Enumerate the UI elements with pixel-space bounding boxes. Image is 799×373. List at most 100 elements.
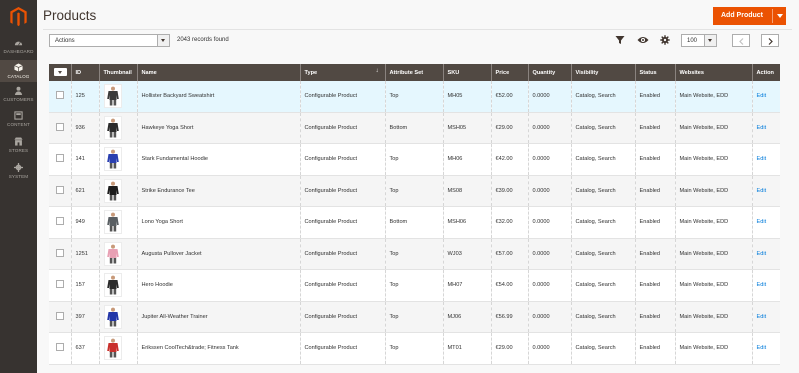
cell-thumbnail[interactable] xyxy=(98,143,137,176)
nav-system[interactable]: SYSTEM xyxy=(0,163,37,181)
column-header-websites[interactable]: Websites xyxy=(674,64,752,81)
cell-attribute-set: Top xyxy=(384,332,443,365)
nav-content[interactable]: CONTENT xyxy=(0,111,37,129)
cell-action[interactable]: Edit xyxy=(751,269,780,302)
product-thumbnail[interactable] xyxy=(103,210,122,235)
nav-system-label: SYSTEM xyxy=(8,174,29,179)
cell-name: Hero Hoodie xyxy=(136,269,300,302)
cell-thumbnail[interactable] xyxy=(98,206,137,239)
cell-type: Configurable Product xyxy=(299,332,385,365)
cell-action[interactable]: Edit xyxy=(751,175,780,207)
column-header-price[interactable]: Price xyxy=(490,64,528,81)
cell-thumbnail[interactable] xyxy=(98,269,137,302)
product-thumbnail[interactable] xyxy=(103,336,122,361)
table-row[interactable]: 949 Lono Yoga Short Configurable Product Bo… xyxy=(49,206,780,239)
cell-type: Configurable Product xyxy=(299,301,385,333)
chevron-down-icon[interactable] xyxy=(704,35,716,46)
product-thumbnail[interactable] xyxy=(103,178,122,203)
cell-sku: MS08 xyxy=(442,175,491,207)
cell-select xyxy=(49,175,71,207)
product-thumbnail[interactable] xyxy=(103,147,122,172)
cell-price: €54.00 xyxy=(490,269,528,302)
table-row[interactable]: 621 Strike Endurance Tee Configurable Prod… xyxy=(49,175,780,207)
cell-status: Enabled xyxy=(634,238,675,270)
cell-sku: MJ06 xyxy=(442,301,491,333)
next-page-button[interactable] xyxy=(761,34,779,47)
cell-visibility: Catalog, Search xyxy=(570,175,635,207)
product-thumbnail[interactable] xyxy=(103,304,122,329)
cell-id: 637 xyxy=(70,332,99,365)
table-row[interactable]: 141 Stark Fundamental Hoodie Configurable … xyxy=(49,143,780,176)
cell-action[interactable]: Edit xyxy=(751,112,780,144)
cell-name: Hollister Backyard Sweatshirt xyxy=(136,81,300,113)
row-checkbox[interactable] xyxy=(56,91,64,100)
nav-customers[interactable]: CUSTOMERS xyxy=(0,86,37,104)
product-thumbnail[interactable] xyxy=(103,115,122,140)
cell-action[interactable]: Edit xyxy=(751,143,780,176)
row-checkbox[interactable] xyxy=(56,280,64,289)
row-checkbox[interactable] xyxy=(56,154,64,163)
cell-action[interactable]: Edit xyxy=(751,81,780,113)
mass-actions-select[interactable]: Actions xyxy=(49,34,170,47)
filter-icon[interactable] xyxy=(615,35,625,45)
column-header-sku[interactable]: SKU xyxy=(442,64,491,81)
cell-thumbnail[interactable] xyxy=(98,301,137,333)
row-checkbox[interactable] xyxy=(56,122,64,131)
table-row[interactable]: 157 Hero Hoodie Configurable Product Top MH0… xyxy=(49,269,780,302)
column-header-attribute-set[interactable]: Attribute Set xyxy=(384,64,443,81)
per-page-select[interactable]: 100 xyxy=(681,34,717,47)
add-product-button[interactable]: Add Product xyxy=(713,7,786,25)
nav-content-label: CONTENT xyxy=(7,122,30,127)
cell-status: Enabled xyxy=(634,81,675,113)
row-checkbox[interactable] xyxy=(56,248,64,257)
row-checkbox[interactable] xyxy=(56,311,64,320)
table-row[interactable]: 637 Erikssen CoolTech&trade; Fitness Tank… xyxy=(49,332,780,365)
cell-sku: MSH05 xyxy=(442,112,491,144)
column-header-status[interactable]: Status xyxy=(634,64,675,81)
row-checkbox[interactable] xyxy=(56,343,64,352)
product-thumbnail[interactable] xyxy=(103,273,122,298)
cell-price: €52.00 xyxy=(490,81,528,113)
cell-id: 621 xyxy=(70,175,99,207)
cell-action[interactable]: Edit xyxy=(751,238,780,270)
cell-websites: Main Website, EDD xyxy=(674,238,752,270)
cell-thumbnail[interactable] xyxy=(98,175,137,207)
column-header-visibility[interactable]: Visibility xyxy=(570,64,635,81)
row-checkbox[interactable] xyxy=(56,185,64,194)
cell-thumbnail[interactable] xyxy=(98,112,137,144)
row-checkbox[interactable] xyxy=(56,217,64,226)
nav-dashboard[interactable]: DASHBOARD xyxy=(0,38,37,56)
table-row[interactable]: 397 Jupiter All-Weather Trainer Configurab… xyxy=(49,301,780,333)
grid-body: 125 Hollister Backyard Sweatshirt Configur… xyxy=(49,81,780,365)
cell-action[interactable]: Edit xyxy=(751,206,780,239)
cell-price: €29.00 xyxy=(490,332,528,365)
product-thumbnail[interactable] xyxy=(103,84,122,109)
mass-select-dropdown[interactable] xyxy=(54,68,67,76)
table-row[interactable]: 936 Hawkeye Yoga Short Configurable Produc… xyxy=(49,112,780,144)
cell-action[interactable]: Edit xyxy=(751,301,780,333)
column-header-id[interactable]: ID xyxy=(70,64,99,81)
chevron-down-icon[interactable] xyxy=(777,14,783,18)
cell-thumbnail[interactable] xyxy=(98,238,137,270)
gear-icon[interactable] xyxy=(660,35,670,45)
cell-visibility: Catalog, Search xyxy=(570,206,635,239)
column-header-name[interactable]: Name xyxy=(136,64,300,81)
cell-websites: Main Website, EDD xyxy=(674,175,752,207)
cell-thumbnail[interactable] xyxy=(98,332,137,365)
table-row[interactable]: 1251 Augusta Pullover Jacket Configurable … xyxy=(49,238,780,270)
table-row[interactable]: 125 Hollister Backyard Sweatshirt Configur… xyxy=(49,81,780,113)
cell-type: Configurable Product xyxy=(299,81,385,113)
cell-action[interactable]: Edit xyxy=(751,332,780,365)
nav-catalog[interactable]: CATALOG xyxy=(0,60,37,82)
eye-icon[interactable] xyxy=(637,35,649,45)
cell-select xyxy=(49,112,71,144)
chevron-down-icon[interactable] xyxy=(157,35,169,46)
column-header-type[interactable]: Type ↓ xyxy=(299,64,385,81)
nav-stores[interactable]: STORES xyxy=(0,137,37,155)
magento-logo-icon[interactable] xyxy=(9,7,28,27)
cell-thumbnail[interactable] xyxy=(98,81,137,113)
product-thumbnail[interactable] xyxy=(103,241,122,266)
prev-page-button[interactable] xyxy=(732,34,750,47)
column-header-quantity[interactable]: Quantity xyxy=(527,64,571,81)
select-all-header[interactable] xyxy=(49,64,71,81)
